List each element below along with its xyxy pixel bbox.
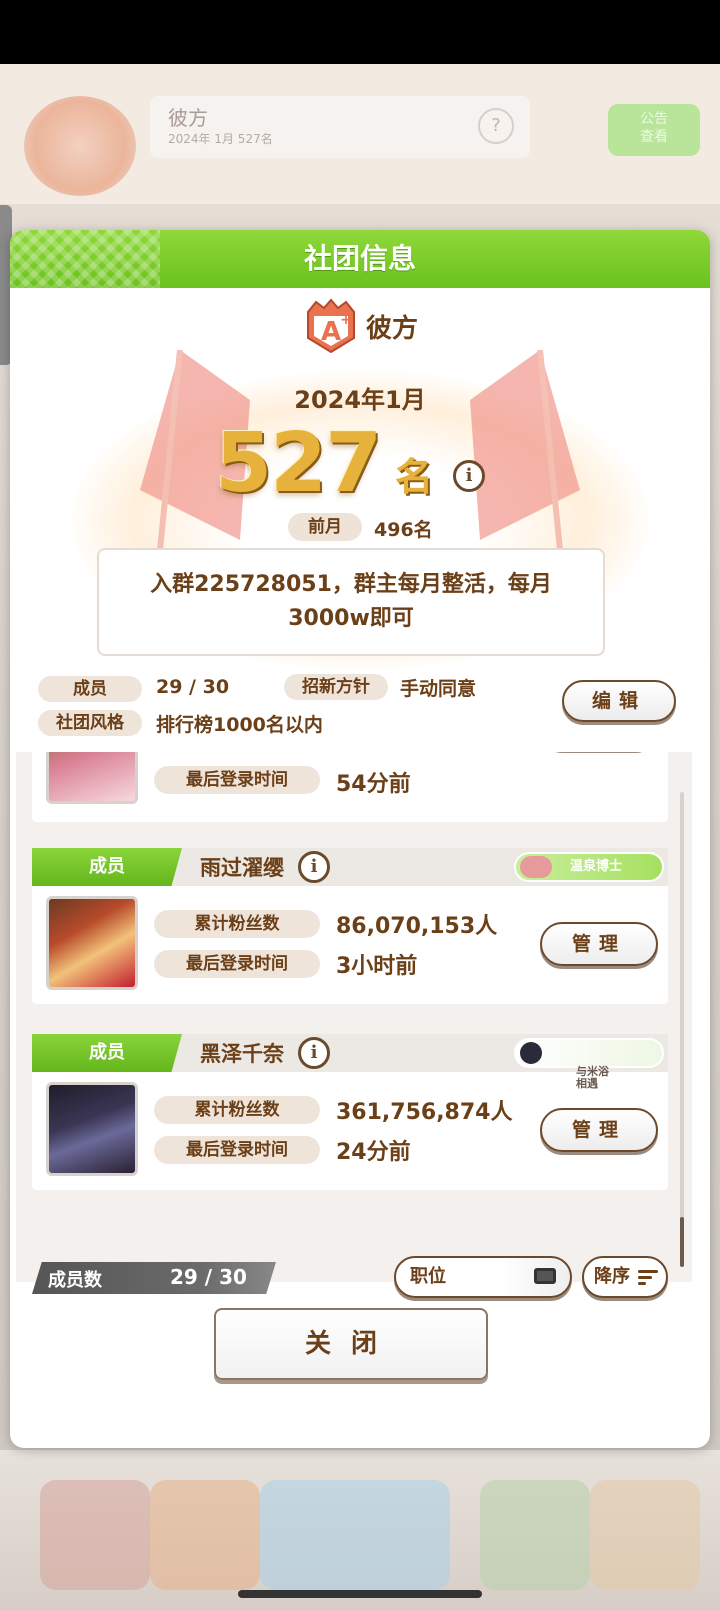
rank-info-icon[interactable]: i (453, 460, 485, 492)
member-header: 成员 雨过濯缨 i 温泉博士 (32, 848, 668, 886)
home-indicator[interactable] (238, 1590, 482, 1598)
title-badge-icon (520, 856, 552, 878)
fans-value: 86,070,153人 (336, 914, 498, 939)
ranking-row: 527 名 i (10, 416, 710, 511)
club-name: 彼方 (366, 314, 419, 344)
last-login-value: 54分前 (336, 772, 411, 797)
member-card: 成员 雨过濯缨 i 温泉博士 累计粉丝数 86,070,153人 最后登录时间 … (32, 848, 668, 1004)
bottom-nav-item (590, 1480, 700, 1590)
bottom-nav-item (150, 1480, 260, 1590)
ranking-month: 2024年1月 (294, 386, 426, 414)
club-info-modal: 社团信息 A + 彼方 2024年1月 527 名 i 前月 496名 入群22… (10, 230, 710, 1448)
last-login-label: 最后登录时间 (154, 1136, 320, 1164)
background-club-name: 彼方 (168, 106, 208, 130)
status-bar (0, 0, 720, 64)
modal-title: 社团信息 (303, 242, 416, 275)
background-subtitle: 2024年 1月 527名 (168, 132, 273, 146)
previous-month-rank: 前月 496名 (288, 513, 488, 543)
member-name: 黑泽千奈 (200, 1042, 284, 1066)
club-style-label: 社团风格 (38, 710, 142, 736)
member-list[interactable]: 最后登录时间 54分前 管理 成员 雨过濯缨 i 温泉博士 累计粉丝数 86,0… (16, 752, 692, 1282)
member-title-text: 与米浴 相遇 (576, 1065, 609, 1090)
recruit-policy-value: 手动同意 (400, 678, 477, 700)
member-title-text: 温泉博士 (570, 859, 623, 874)
sort-order-label: 降序 (594, 1266, 630, 1287)
background-club-emblem (24, 96, 136, 196)
members-label: 成员 (38, 676, 142, 702)
stack-icon (534, 1268, 556, 1284)
last-login-value: 24分前 (336, 1140, 411, 1165)
manage-button[interactable]: 管理 (540, 1108, 658, 1152)
sort-key-label: 职位 (410, 1266, 446, 1287)
scrollbar-thumb[interactable] (680, 1217, 684, 1267)
manage-button[interactable]: 管理 (540, 922, 658, 966)
rank-unit: 名 (395, 455, 434, 499)
background-green-button: 公告 查看 (608, 104, 700, 156)
fans-label: 累计粉丝数 (154, 1096, 320, 1124)
sort-order-button[interactable]: 降序 (582, 1256, 668, 1298)
member-count-label: 成员数 (48, 1270, 102, 1291)
member-info-icon[interactable]: i (298, 851, 330, 883)
club-description: 入群225728051，群主每月整活，每月3000w即可 (97, 548, 605, 656)
previous-month-value: 496名 (374, 519, 433, 541)
member-role-tag: 成员 (32, 1034, 182, 1072)
bottom-nav-item (260, 1480, 450, 1590)
member-card: 最后登录时间 54分前 管理 (32, 752, 668, 822)
last-login-label: 最后登录时间 (154, 950, 320, 978)
club-rank-badge-icon: A + (307, 298, 355, 354)
last-login-label: 最后登录时间 (154, 766, 320, 794)
fans-label: 累计粉丝数 (154, 910, 320, 938)
svg-text:+: + (340, 312, 352, 328)
fans-value: 361,756,874人 (336, 1100, 513, 1125)
bottom-nav-item (40, 1480, 150, 1590)
member-avatar[interactable] (46, 896, 138, 990)
member-avatar[interactable] (46, 1082, 138, 1176)
previous-month-label: 前月 (288, 513, 362, 541)
title-badge-icon (520, 1042, 542, 1064)
member-title-badge: 温泉博士 (514, 852, 664, 882)
last-login-value: 3小时前 (336, 954, 418, 979)
member-count-value: 29 / 30 (170, 1265, 247, 1289)
sort-key-button[interactable]: 职位 (394, 1256, 572, 1298)
member-role-tag: 成员 (32, 848, 182, 886)
member-info-icon[interactable]: i (298, 1037, 330, 1069)
bottom-nav-item (480, 1480, 590, 1590)
members-value: 29 / 30 (156, 676, 230, 698)
club-style-value: 排行榜1000名以内 (156, 714, 323, 736)
edit-button[interactable]: 编辑 (562, 680, 676, 722)
recruit-policy-label: 招新方针 (284, 674, 388, 700)
scrollbar-track[interactable] (680, 792, 684, 1262)
svg-text:A: A (321, 317, 341, 347)
close-button[interactable]: 关闭 (214, 1308, 488, 1380)
member-card: 成员 黑泽千奈 i 与米浴 相遇 累计粉丝数 361,756,874人 最后登录… (32, 1034, 668, 1190)
sort-descending-icon (638, 1270, 658, 1286)
background-help-icon: ? (478, 108, 514, 144)
rank-number: 527 (215, 416, 382, 511)
member-avatar[interactable] (46, 752, 138, 804)
member-header: 成员 黑泽千奈 i 与米浴 相遇 (32, 1034, 668, 1090)
member-name: 雨过濯缨 (200, 856, 284, 880)
member-title-badge: 与米浴 相遇 (514, 1038, 664, 1090)
